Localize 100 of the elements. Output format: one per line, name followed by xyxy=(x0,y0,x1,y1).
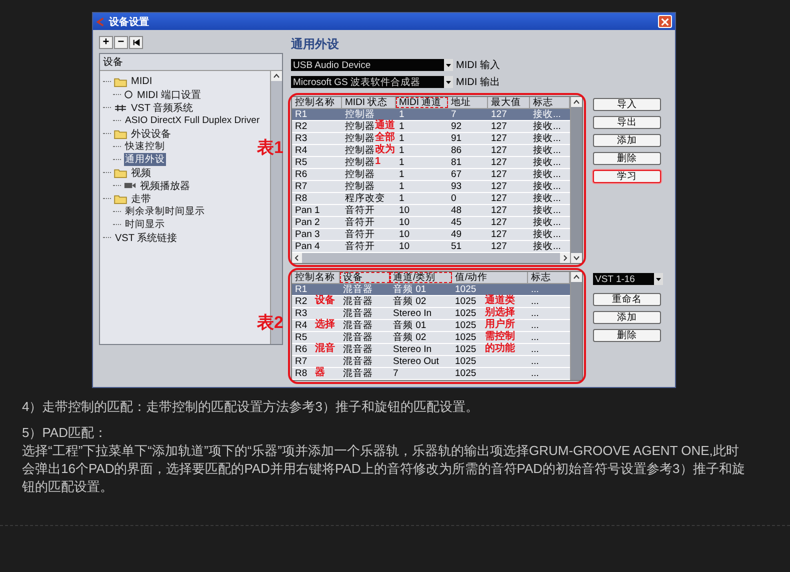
table-row[interactable]: R1 混音器 音频 01 1025 ... xyxy=(292,284,570,296)
table-cell-text: 音符开 xyxy=(344,217,375,228)
column-header[interactable]: MIDI 通道 xyxy=(396,97,448,108)
action-button[interactable]: 添加 xyxy=(593,311,661,324)
table-cell-text: R8 xyxy=(294,368,308,379)
caret-icon xyxy=(444,76,453,88)
table-cell-text: 10 xyxy=(398,241,410,252)
annotation-note: 1 xyxy=(375,156,381,168)
tree-item[interactable]: 通用外设 xyxy=(124,153,166,166)
tree-item[interactable]: 时间显示 xyxy=(124,218,166,231)
column-header[interactable]: 控制名称 xyxy=(292,272,340,283)
vst-dropdown[interactable]: VST 1-16 xyxy=(593,273,663,285)
table-row[interactable]: Pan 1 音符开 10 48 127 接收... xyxy=(292,205,570,217)
table-row[interactable]: R7 混音器 Stereo Out 1025 ... xyxy=(292,356,570,368)
table-cell-text: 86 xyxy=(450,145,462,156)
table-cell-text: 1025 xyxy=(454,320,476,331)
tree-item[interactable]: 剩余录制时间显示 xyxy=(124,205,206,218)
column-header[interactable]: 控制名称 xyxy=(292,97,342,108)
table-cell-text: 1 xyxy=(398,133,404,144)
table-cell-text: 控制器 xyxy=(344,145,375,156)
scrollbar[interactable] xyxy=(292,253,570,263)
folder-icon xyxy=(114,168,127,178)
scrollbar[interactable] xyxy=(570,97,582,263)
column-header[interactable]: 地址 xyxy=(448,97,488,108)
table-cell-text: R6 xyxy=(294,344,308,355)
table-cell-text: 混音器 xyxy=(342,320,373,331)
midi-output-dropdown[interactable]: Microsoft GS 波表软件合成器 xyxy=(291,76,453,88)
table-cell-text: 音符开 xyxy=(344,205,375,216)
video-icon xyxy=(124,182,136,189)
table-row[interactable]: R1 控制器 1 7 127 接收... xyxy=(292,109,570,121)
table-cell-text: R7 xyxy=(294,181,308,192)
table-cell-text: 127 xyxy=(490,133,507,144)
tree-item[interactable]: 快速控制 xyxy=(124,140,166,153)
toolbar-button[interactable]: − xyxy=(114,36,128,49)
table-cell-text: 接收... xyxy=(532,121,561,132)
action-button[interactable]: 删除 xyxy=(593,152,661,165)
app-icon xyxy=(96,16,105,26)
table-cell-text: 音符开 xyxy=(344,241,375,252)
table-cell-text: 91 xyxy=(450,133,462,144)
table-cell-text: R3 xyxy=(294,308,308,319)
annotation-note: 设备 xyxy=(315,295,335,307)
table-cell-text: 127 xyxy=(490,157,507,168)
table-cell-text: 控制器 xyxy=(344,121,375,132)
table-cell-text: 67 xyxy=(450,169,462,180)
annotation-note: 用户所 xyxy=(485,319,515,330)
toolbar-button[interactable] xyxy=(129,36,143,49)
table-cell-text: 48 xyxy=(450,205,462,216)
action-button[interactable]: 导出 xyxy=(593,116,661,129)
skip-back-icon xyxy=(132,39,140,46)
table-cell-text: Pan 3 xyxy=(294,229,320,240)
table-cell-text: 1 xyxy=(398,121,404,132)
tree-item[interactable]: MIDI 端口设置 xyxy=(136,88,202,102)
table-cell-text: 7 xyxy=(392,368,398,379)
table-cell-text: 127 xyxy=(490,205,507,216)
table-cell-text: ... xyxy=(530,296,539,307)
tree-item[interactable]: 视频 xyxy=(130,166,152,180)
table-cell-text: Stereo Out xyxy=(392,356,439,367)
tree-item[interactable]: 走带 xyxy=(130,192,152,206)
table-row[interactable]: Pan 3 音符开 10 49 127 接收... xyxy=(292,229,570,241)
tree-item[interactable]: VST 音频系统 xyxy=(130,100,194,114)
action-button[interactable]: 导入 xyxy=(593,98,661,111)
tree-item[interactable]: MIDI xyxy=(130,76,154,87)
action-button[interactable]: 添加 xyxy=(593,134,661,147)
tree-item[interactable]: VST 系统链接 xyxy=(114,230,178,244)
close-button[interactable] xyxy=(658,15,672,28)
column-header[interactable]: 值/动作 xyxy=(452,272,528,283)
table-cell-text: 音频 01 xyxy=(392,284,426,295)
column-header[interactable]: 通道/类别 xyxy=(390,272,452,283)
table-row[interactable]: R7 控制器 1 93 127 接收... xyxy=(292,181,570,193)
scrollbar[interactable] xyxy=(570,272,582,380)
table-row[interactable]: Pan 2 音符开 10 45 127 接收... xyxy=(292,217,570,229)
table-cell-text: 127 xyxy=(490,193,507,204)
table-cell-text: 0 xyxy=(450,193,456,204)
midi-input-dropdown[interactable]: USB Audio Device xyxy=(291,59,453,71)
toolbar-button[interactable]: + xyxy=(99,36,113,49)
action-button[interactable]: 学习 xyxy=(593,170,661,183)
tree-item[interactable]: ASIO DirectX Full Duplex Driver xyxy=(124,115,261,126)
paragraph: 4）走带控制的匹配：走带控制的匹配设置方法参考3）推子和旋钮的匹配设置。 xyxy=(22,398,480,416)
table-cell-text: 音频 02 xyxy=(392,332,426,343)
table-cell-text: 接收... xyxy=(532,217,561,228)
column-header[interactable]: MIDI 状态 xyxy=(342,97,396,108)
table-row[interactable]: R6 控制器 1 67 127 接收... xyxy=(292,169,570,181)
column-header[interactable]: 设备 xyxy=(340,272,390,283)
column-header[interactable]: 最大值 xyxy=(488,97,530,108)
annotation-label: 表1 xyxy=(257,137,284,159)
folder-icon xyxy=(114,128,127,138)
annotation-note: 需控制 xyxy=(485,331,515,342)
table-cell-text: 混音器 xyxy=(342,368,373,379)
table-cell-text: 程序改变 xyxy=(344,193,385,204)
table-row[interactable]: R8 程序改变 1 0 127 接收... xyxy=(292,193,570,205)
action-button[interactable]: 重命名 xyxy=(593,293,661,306)
annotation-note: 通道类 xyxy=(485,295,515,306)
table-cell-text: ... xyxy=(530,308,539,319)
table-cell-text: 音符开 xyxy=(344,229,375,240)
action-button[interactable]: 删除 xyxy=(593,329,661,342)
table-cell-text: 接收... xyxy=(532,205,561,216)
scroll-down-icon xyxy=(571,253,582,263)
tree-item[interactable]: 外设设备 xyxy=(130,126,172,140)
tree-item[interactable]: 视频播放器 xyxy=(139,178,191,192)
table-cell-text: 127 xyxy=(490,241,507,252)
